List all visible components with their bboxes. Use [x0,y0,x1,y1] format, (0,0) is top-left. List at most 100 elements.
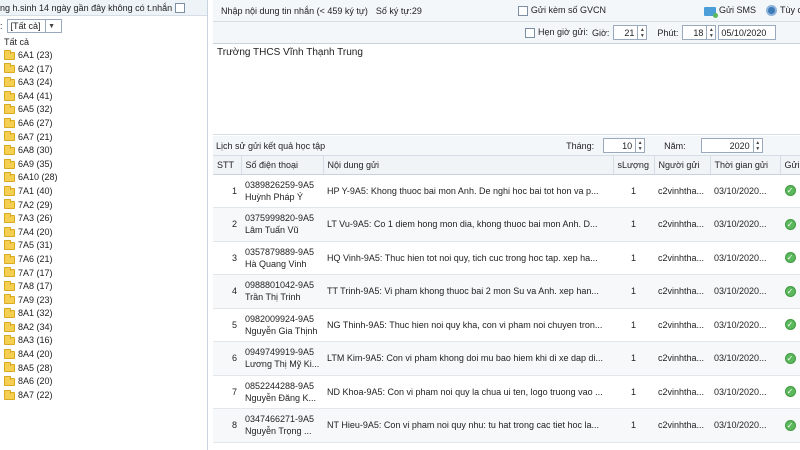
class-label: 6A7 (21) [18,131,53,142]
class-tree-item[interactable]: 6A1 (23) [2,49,207,63]
check-circle-icon: ✓ [784,252,796,264]
class-tree-item[interactable]: 6A8 (30) [2,144,207,158]
row-recipient: 0982009924-9A5 Nguyễn Gia Thịnh [241,308,323,342]
schedule-checkbox[interactable] [525,27,535,38]
row-quantity: 1 [613,274,654,309]
row-student-name: Nguyễn Đăng K... [245,392,317,403]
month-value: 10 [622,140,633,151]
class-tree-item[interactable]: 8A1 (32) [2,307,207,321]
class-label: 7A4 (20) [18,226,53,237]
table-row[interactable]: 5 0982009924-9A5 Nguyễn Gia Thịnh NG Thinh-… [213,308,800,342]
class-tree-item[interactable]: 7A5 (31) [2,239,207,253]
row-stt: 6 [213,341,241,376]
class-label: 7A5 (31) [18,240,53,251]
send-sms-button[interactable]: Gửi SMS [703,5,756,18]
class-tree-item[interactable]: 6A2 (17) [2,63,207,77]
row-phone: 0389826259-9A5 [245,179,315,190]
row-quantity: 1 [613,207,654,242]
class-tree-item[interactable]: 6A6 (27) [2,117,207,131]
message-textarea[interactable]: Trường THCS Vĩnh Thạnh Trung [213,44,800,134]
minute-stepper[interactable]: 18 ▲ ▼ [682,25,717,40]
hour-stepper-arrows[interactable]: ▲ ▼ [637,26,646,39]
folder-icon [4,253,15,264]
minute-stepper-arrows[interactable]: ▲ ▼ [706,26,715,39]
class-tree-item[interactable]: 8A6 (20) [2,375,207,389]
options-button[interactable]: Tùy chọn [766,5,800,17]
inactive-students-checkbox[interactable] [175,2,186,13]
class-tree-item[interactable]: 8A5 (28) [2,362,207,376]
column-header-status[interactable]: Gửi [780,156,800,175]
class-label: 8A5 (28) [18,362,53,373]
table-row[interactable]: 1 0389826259-9A5 Huỳnh Pháp Ý HP Y-9A5: Kho… [213,174,800,208]
attach-gvcn-checkbox[interactable] [517,5,528,16]
row-status: ✓ [780,408,800,443]
attach-gvcn-option[interactable]: Gửi kèm số GVCN [517,5,606,16]
send-sms-icon [703,6,718,18]
row-recipient: 0357879889-9A5 Hà Quang Vinh [241,241,323,275]
column-header-sender[interactable]: Người gửi [654,156,711,175]
class-tree-item[interactable]: 7A4 (20) [2,226,207,240]
class-tree-item[interactable]: 6A3 (24) [2,76,207,90]
class-tree-item[interactable]: 7A6 (21) [2,253,207,267]
row-content: HP Y-9A5: Khong thuoc bai mon Anh. De ng… [323,174,613,208]
table-row[interactable]: 8 0347466271-9A5 Nguyễn Trọng ... NT Hieu-9… [213,408,800,443]
row-sender: c2vinhtha... [654,207,710,242]
class-label: 6A9 (35) [18,158,53,169]
folder-icon [4,158,15,169]
year-label: Năm: [664,140,686,151]
column-header-content[interactable]: Nội dung gửi [323,156,614,175]
class-tree-item[interactable]: 7A8 (17) [2,280,207,294]
compose-toolbar: Nhập nội dung tin nhắn (< 459 ký tự) Số … [213,0,800,22]
column-header-stt[interactable]: STT [213,156,242,175]
folder-icon [4,104,15,115]
row-quantity: 1 [613,308,654,342]
class-filter-select[interactable]: [Tất cả] ▼ [6,19,62,33]
year-stepper-arrows[interactable]: ▲ ▼ [752,139,762,152]
row-recipient: 0988801042-9A5 Trần Thị Trinh [241,274,323,309]
schedule-option[interactable]: Hẹn giờ gửi: [525,27,588,38]
month-stepper-arrows[interactable]: ▲ ▼ [635,139,644,152]
class-tree-item[interactable]: 7A9 (23) [2,294,207,308]
chevron-down-icon[interactable]: ▼ [44,20,58,32]
class-tree-item[interactable]: 8A3 (16) [2,334,207,348]
table-row[interactable]: 2 0375999820-9A5 Lâm Tuấn Vũ LT Vu-9A5: Co … [213,207,800,242]
table-row[interactable]: 6 0949749919-9A5 Lương Thị Mỹ Ki... LTM Kim… [213,341,800,376]
column-header-phone[interactable]: Số điện thoại [241,156,324,175]
table-row[interactable]: 7 0852244288-9A5 Nguyễn Đăng K... ND Khoa-9… [213,375,800,409]
class-label: 7A1 (40) [18,185,53,196]
tree-root-all[interactable]: Tất cả [2,36,207,49]
folder-icon [4,389,15,400]
class-tree-item[interactable]: 6A10 (28) [2,171,207,185]
class-tree-item[interactable]: 8A2 (34) [2,321,207,335]
class-tree-item[interactable]: 6A4 (41) [2,90,207,104]
row-phone: 0988801042-9A5 [245,280,315,291]
column-header-time[interactable]: Thời gian gửi [710,156,781,175]
class-filter-row: : [Tất cả] ▼ [0,16,207,36]
class-tree-item[interactable]: 7A1 (40) [2,185,207,199]
class-tree-item[interactable]: 6A7 (21) [2,131,207,145]
table-row[interactable]: 3 0357879889-9A5 Hà Quang Vinh HQ Vinh-9A5:… [213,241,800,275]
class-tree-item[interactable]: 7A7 (17) [2,267,207,281]
class-tree: Tất cả 6A1 (23) 6A2 (17) 6A3 (24) 6A4 (41) 6… [0,36,207,402]
row-time: 03/10/2020... [710,408,780,443]
table-row[interactable]: 4 0988801042-9A5 Trần Thị Trinh TT Trinh-9A… [213,274,800,309]
class-label: 6A10 (28) [18,172,58,183]
folder-icon [4,63,15,74]
month-stepper[interactable]: 10 ▲ ▼ [603,138,646,153]
class-tree-item[interactable]: 7A2 (29) [2,199,207,213]
history-header-row: STT Số điện thoại Nội dung gửi sLượng Ng… [213,156,800,175]
class-tree-item[interactable]: 8A7 (22) [2,389,207,403]
class-tree-item[interactable]: 7A3 (26) [2,212,207,226]
row-sender: c2vinhtha... [654,408,710,443]
hour-stepper[interactable]: 21 ▲ ▼ [613,25,648,40]
class-tree-item[interactable]: 6A9 (35) [2,158,207,172]
year-stepper[interactable]: 2020 ▲ ▼ [700,138,763,153]
class-tree-item[interactable]: 6A5 (32) [2,103,207,117]
row-time: 03/10/2020... [710,174,780,208]
row-status: ✓ [780,207,800,242]
class-label: 8A7 (22) [18,389,53,400]
date-input[interactable]: 05/10/2020 [718,25,777,40]
class-filter-label: : [0,21,3,31]
column-header-quantity[interactable]: sLượng [613,156,655,175]
class-tree-item[interactable]: 8A4 (20) [2,348,207,362]
